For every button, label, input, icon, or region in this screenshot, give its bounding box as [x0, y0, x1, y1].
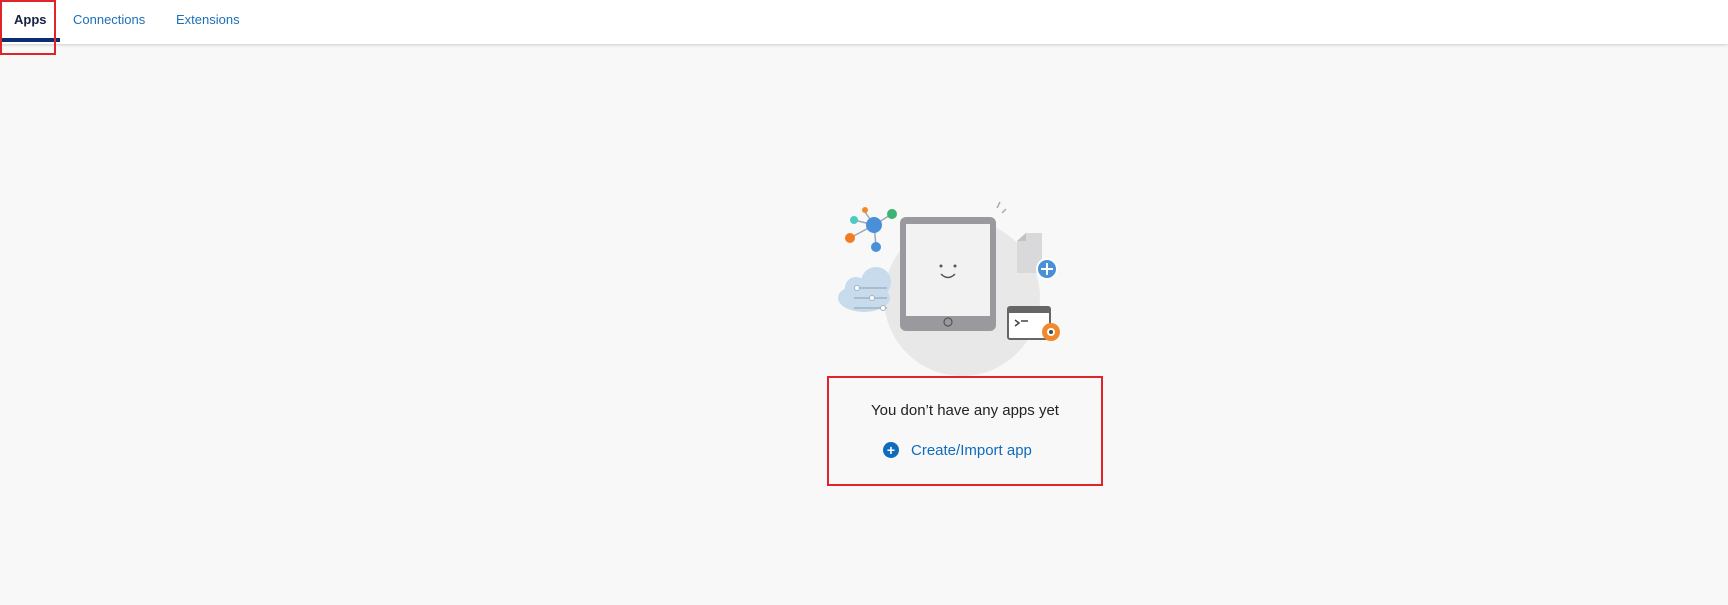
sparkle-icon: [996, 201, 1007, 214]
create-import-app-button[interactable]: + Create/Import app: [883, 440, 1032, 460]
tab-apps-label: Apps: [14, 12, 47, 27]
cloud-settings-icon: [838, 267, 891, 312]
tab-apps[interactable]: Apps: [2, 0, 60, 44]
top-tab-bar: Apps Connections Extensions: [0, 0, 1728, 44]
tab-connections-label: Connections: [73, 12, 146, 27]
terminal-settings-icon: [1007, 306, 1060, 341]
empty-state-message: You don’t have any apps yet: [871, 402, 1059, 419]
tab-connections[interactable]: Connections: [73, 0, 145, 44]
active-tab-underline: [2, 38, 60, 42]
tab-extensions[interactable]: Extensions: [176, 0, 240, 44]
empty-state-panel: You don’t have any apps yet + Create/Imp…: [827, 376, 1103, 486]
plus-circle-icon: +: [883, 442, 899, 458]
network-nodes-icon: [845, 207, 897, 252]
tablet-icon: [900, 217, 996, 331]
illustration-svg: [838, 201, 1060, 376]
add-document-icon: [1017, 233, 1058, 280]
create-import-app-label: Create/Import app: [911, 441, 1032, 459]
empty-apps-illustration: [830, 200, 1070, 380]
tab-extensions-label: Extensions: [176, 12, 240, 27]
